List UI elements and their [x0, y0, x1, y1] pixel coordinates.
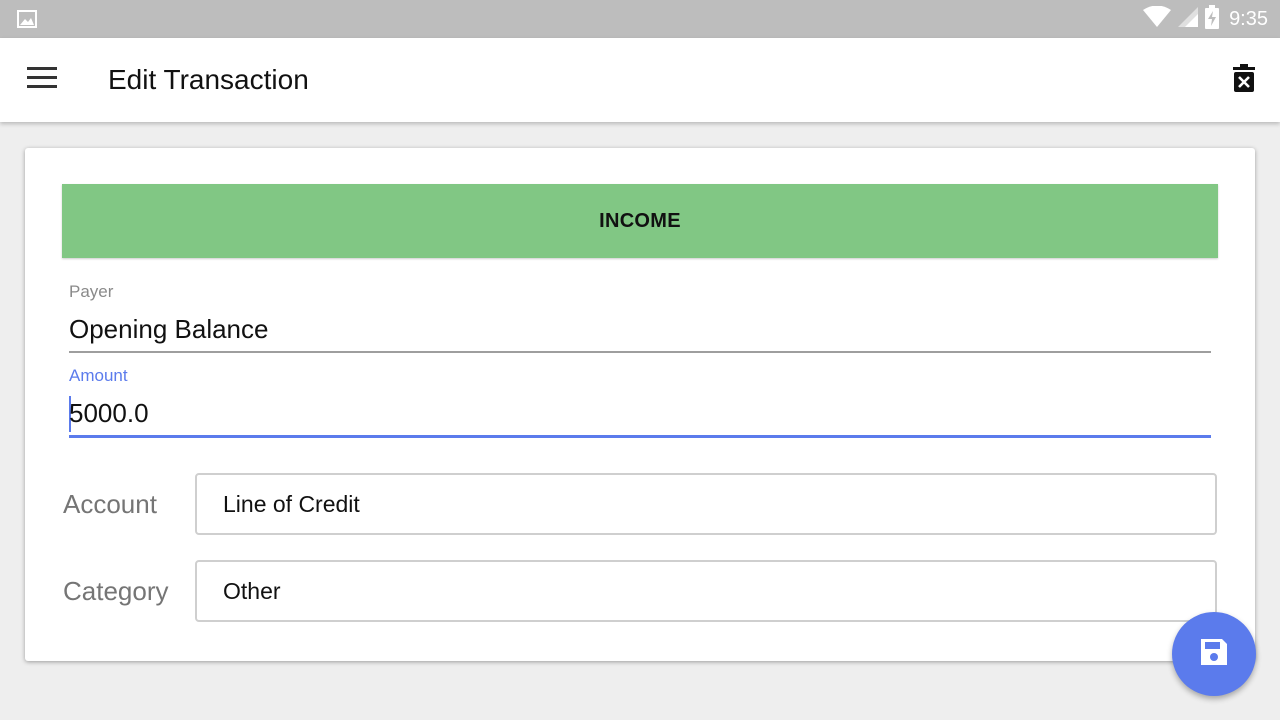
wifi-icon	[1143, 5, 1172, 33]
transaction-type-toggle[interactable]: INCOME	[62, 184, 1218, 258]
amount-underline	[69, 435, 1211, 438]
menu-icon	[27, 66, 57, 94]
transaction-card: INCOME Payer Opening Balance Amount 5000…	[25, 148, 1255, 661]
status-bar: 9:35	[0, 0, 1280, 38]
menu-button[interactable]	[22, 60, 62, 100]
app-bar: Edit Transaction	[0, 38, 1280, 122]
amount-label: Amount	[69, 366, 128, 385]
page-title: Edit Transaction	[108, 64, 309, 95]
amount-input[interactable]: 5000.0	[69, 398, 149, 429]
delete-icon	[1233, 63, 1255, 97]
payer-underline	[69, 351, 1211, 353]
status-icons: 9:35	[1143, 0, 1268, 38]
category-label: Category	[63, 576, 169, 606]
image-icon	[17, 10, 37, 28]
clock: 9:35	[1229, 7, 1268, 30]
account-label: Account	[63, 489, 157, 519]
payer-input[interactable]: Opening Balance	[69, 314, 268, 345]
battery-charging-icon	[1205, 4, 1220, 34]
cell-signal-icon	[1177, 6, 1199, 33]
category-select[interactable]: Other	[195, 560, 1217, 622]
delete-button[interactable]	[1228, 62, 1260, 98]
account-select[interactable]: Line of Credit	[195, 473, 1217, 535]
save-button[interactable]	[1172, 612, 1256, 696]
save-icon	[1199, 637, 1229, 672]
payer-label: Payer	[69, 282, 114, 301]
